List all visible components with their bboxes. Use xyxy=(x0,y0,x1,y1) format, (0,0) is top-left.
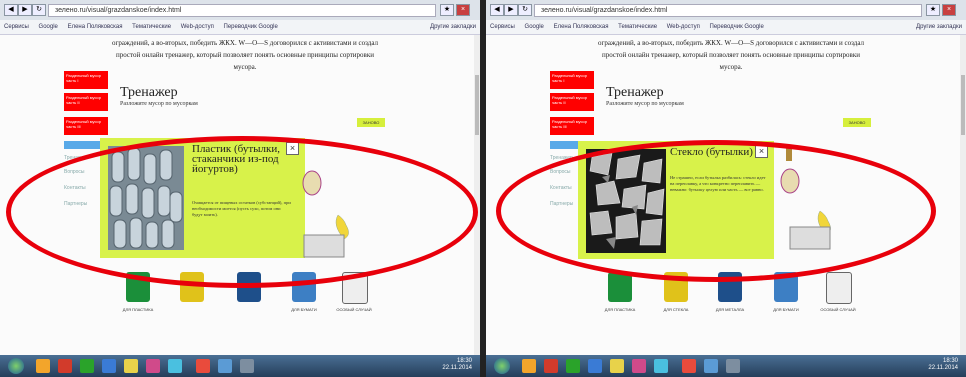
trainer-subtitle: Разложите мусор по мусоркам xyxy=(606,101,684,107)
bookmark[interactable]: Web-доступ xyxy=(181,20,214,34)
address-bar[interactable]: зелено.ru/visual/grazdanskoe/index.html xyxy=(48,4,436,17)
again-button[interactable]: ЗАНОВО xyxy=(843,118,871,127)
bookmark[interactable]: Тематические xyxy=(618,20,657,34)
browser-toolbar: ◀ ▶ ↻ зелено.ru/visual/grazdanskoe/index… xyxy=(0,0,480,21)
taskbar-app-icon[interactable] xyxy=(80,359,94,373)
forward-icon[interactable]: ▶ xyxy=(504,4,518,16)
taskbar-app-icon[interactable] xyxy=(36,359,50,373)
clock-date: 22.11.2014 xyxy=(928,365,958,371)
intro-line: мусора. xyxy=(233,63,257,71)
taskbar-app-icon[interactable] xyxy=(146,359,160,373)
intro-text: ограждений, а во-вторых, победить ЖКХ. W… xyxy=(576,37,886,73)
intro-line: мусора. xyxy=(719,63,743,71)
taskbar: 18:30 22.11.2014 xyxy=(0,355,480,377)
bookmark[interactable]: Web-доступ xyxy=(667,20,700,34)
start-icon[interactable] xyxy=(494,358,510,374)
bin-label: ОСОБЫЙ СЛУЧАЙ xyxy=(820,307,856,312)
taskbar-app-icon[interactable] xyxy=(124,359,138,373)
intro-text: ограждений, а во-вторых, победить ЖКХ. W… xyxy=(90,37,400,73)
bookmark[interactable]: Google xyxy=(525,20,544,34)
side-tab[interactable]: Раздельный мусор часть II xyxy=(64,93,108,111)
bin-label: ОСОБЫЙ СЛУЧАЙ xyxy=(336,307,372,312)
bookmark[interactable]: Сервисы xyxy=(4,20,29,34)
forward-icon[interactable]: ▶ xyxy=(18,4,32,16)
scrollbar[interactable] xyxy=(960,35,966,355)
side-tab[interactable]: Раздельный мусор часть III xyxy=(64,117,108,135)
screenshot-glass: ◀ ▶ ↻ зелено.ru/visual/grazdanskoe/index… xyxy=(486,0,966,377)
scroll-thumb[interactable] xyxy=(961,75,965,135)
bookmark[interactable]: Переводчик Google xyxy=(224,20,278,34)
close-window-icon[interactable]: × xyxy=(456,4,470,16)
bookmark[interactable]: Google xyxy=(39,20,58,34)
taskbar-app-icon[interactable] xyxy=(240,359,254,373)
taskbar-app-icon[interactable] xyxy=(102,359,116,373)
taskbar: 18:30 22.11.2014 xyxy=(486,355,966,377)
address-bar[interactable]: зелено.ru/visual/grazdanskoe/index.html xyxy=(534,4,922,17)
intro-line: ограждений, а во-вторых, победить ЖКХ. W… xyxy=(597,39,865,47)
intro-line: простой онлайн тренажер, который позволя… xyxy=(601,51,860,59)
bookmark[interactable]: Елена Поляковская xyxy=(554,20,609,34)
taskbar-app-icon[interactable] xyxy=(522,359,536,373)
taskbar-app-icon[interactable] xyxy=(704,359,718,373)
taskbar-app-icon[interactable] xyxy=(58,359,72,373)
intro-line: ограждений, а во-вторых, победить ЖКХ. W… xyxy=(111,39,379,47)
close-window-icon[interactable]: × xyxy=(942,4,956,16)
side-tab[interactable]: Раздельный мусор часть I xyxy=(550,71,594,89)
side-tab[interactable]: Раздельный мусор часть III xyxy=(550,117,594,135)
bin-label: ДЛЯ ПЛАСТИКА xyxy=(122,307,154,312)
highlight-oval xyxy=(496,140,936,282)
highlight-oval xyxy=(6,136,478,288)
browser-toolbar: ◀ ▶ ↻ зелено.ru/visual/grazdanskoe/index… xyxy=(486,0,966,21)
scrollbar[interactable] xyxy=(474,35,480,355)
chrome-icon[interactable] xyxy=(682,359,696,373)
bin-plastic-icon[interactable] xyxy=(608,272,632,302)
screenshot-plastic: ◀ ▶ ↻ зелено.ru/visual/grazdanskoe/index… xyxy=(0,0,480,377)
reload-icon[interactable]: ↻ xyxy=(32,4,46,16)
taskbar-app-icon[interactable] xyxy=(610,359,624,373)
taskbar-app-icon[interactable] xyxy=(654,359,668,373)
bookmark[interactable]: Тематические xyxy=(132,20,171,34)
other-bookmarks[interactable]: Другие закладки xyxy=(430,20,476,34)
taskbar-app-icon[interactable] xyxy=(632,359,646,373)
bookmarks-bar: Сервисы Google Елена Поляковская Тематич… xyxy=(0,20,480,35)
bookmark[interactable]: Переводчик Google xyxy=(710,20,764,34)
bin-label: ДЛЯ БУМАГИ xyxy=(291,307,317,312)
taskbar-app-icon[interactable] xyxy=(726,359,740,373)
intro-line: простой онлайн тренажер, который позволя… xyxy=(115,51,374,59)
bin-label: ДЛЯ МЕТАЛЛА xyxy=(715,307,745,312)
clock[interactable]: 18:30 22.11.2014 xyxy=(928,358,958,372)
side-tab[interactable]: Раздельный мусор часть I xyxy=(64,71,108,89)
scroll-thumb[interactable] xyxy=(475,75,479,135)
clock-time: 18:30 xyxy=(942,358,958,364)
taskbar-app-icon[interactable] xyxy=(588,359,602,373)
bin-special-icon[interactable] xyxy=(826,272,852,304)
bin-label: ДЛЯ ПЛАСТИКА xyxy=(604,307,636,312)
chrome-icon[interactable] xyxy=(196,359,210,373)
side-tab[interactable]: Раздельный мусор часть II xyxy=(550,93,594,111)
taskbar-app-icon[interactable] xyxy=(544,359,558,373)
bookmark[interactable]: Елена Поляковская xyxy=(68,20,123,34)
other-bookmarks[interactable]: Другие закладки xyxy=(916,20,962,34)
taskbar-app-icon[interactable] xyxy=(168,359,182,373)
clock-date: 22.11.2014 xyxy=(442,365,472,371)
reload-icon[interactable]: ↻ xyxy=(518,4,532,16)
star-icon[interactable]: ★ xyxy=(440,4,454,16)
trainer-subtitle: Разложите мусор по мусоркам xyxy=(120,101,198,107)
star-icon[interactable]: ★ xyxy=(926,4,940,16)
again-button[interactable]: ЗАНОВО xyxy=(357,118,385,127)
clock-time: 18:30 xyxy=(456,358,472,364)
bin-label: ДЛЯ СТЕКЛА xyxy=(663,307,689,312)
clock[interactable]: 18:30 22.11.2014 xyxy=(442,358,472,372)
taskbar-app-icon[interactable] xyxy=(566,359,580,373)
trainer-title: Тренажер xyxy=(120,85,178,100)
taskbar-app-icon[interactable] xyxy=(218,359,232,373)
back-icon[interactable]: ◀ xyxy=(4,4,18,16)
start-icon[interactable] xyxy=(8,358,24,374)
bin-label: ДЛЯ БУМАГИ xyxy=(773,307,799,312)
bookmark[interactable]: Сервисы xyxy=(490,20,515,34)
trainer-title: Тренажер xyxy=(606,85,664,100)
bookmarks-bar: Сервисы Google Елена Поляковская Тематич… xyxy=(486,20,966,35)
back-icon[interactable]: ◀ xyxy=(490,4,504,16)
